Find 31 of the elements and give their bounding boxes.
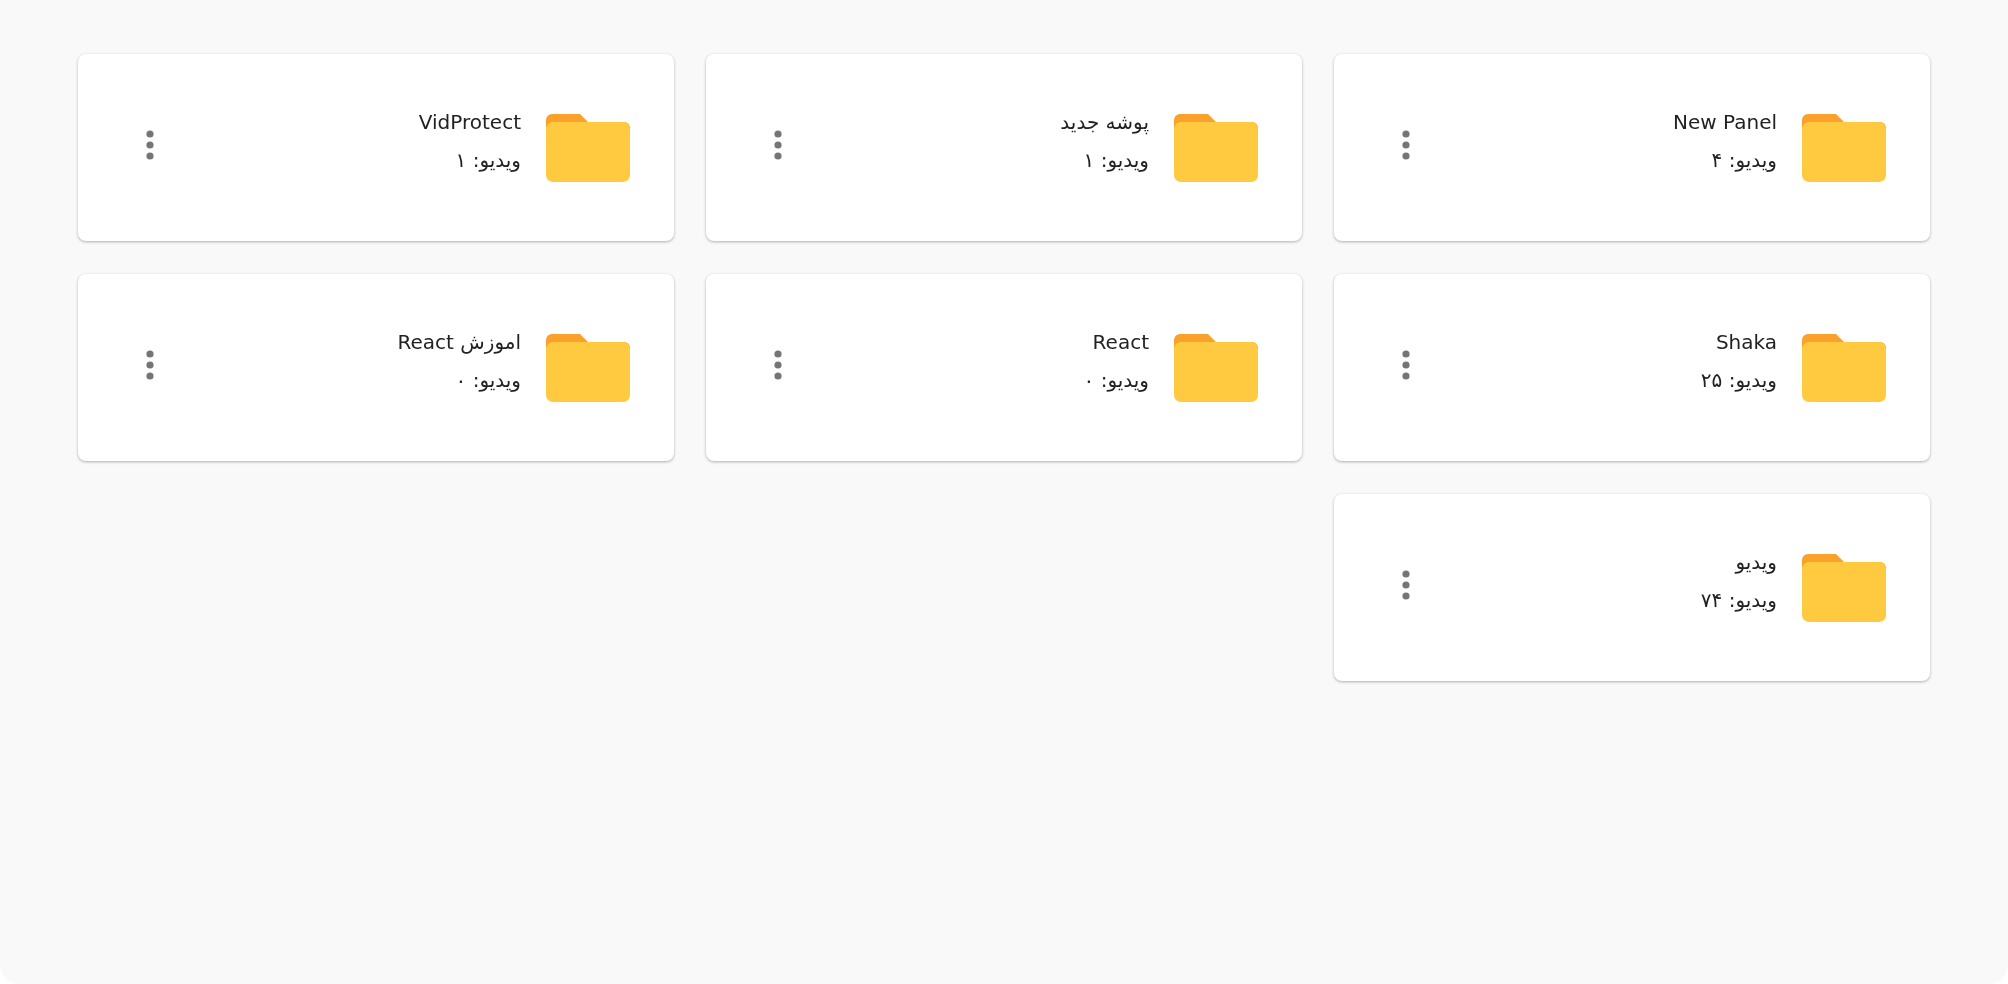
folder-name: New Panel — [1673, 108, 1777, 136]
folder-icon — [1802, 333, 1886, 402]
folder-name: VidProtect — [418, 108, 521, 136]
folder-icon — [1174, 333, 1258, 402]
video-count: ویدیو: ۷۴ — [1700, 586, 1777, 614]
more-icon — [146, 129, 154, 160]
folder-name: Shaka — [1714, 328, 1777, 356]
more-icon — [1402, 569, 1410, 600]
more-icon — [774, 129, 782, 160]
folder-name: ویدیو — [1733, 548, 1777, 576]
more-icon — [774, 349, 782, 380]
folder-card[interactable]: ویدیو ویدیو: ۷۴ — [1334, 494, 1930, 681]
folder-icon — [1174, 113, 1258, 182]
folder-icon — [1802, 113, 1886, 182]
video-count: ویدیو: ۰ — [1083, 366, 1149, 394]
video-count: ویدیو: ۱ — [1082, 146, 1149, 174]
more-icon — [1402, 349, 1410, 380]
folder-card[interactable]: اموزش React ویدیو: ۰ — [78, 274, 674, 461]
more-icon — [1402, 129, 1410, 160]
folder-icon — [1802, 553, 1886, 622]
folder-icon — [546, 113, 630, 182]
video-count: ویدیو: ۲۵ — [1700, 366, 1777, 394]
more-icon — [146, 349, 154, 380]
folder-icon — [546, 333, 630, 402]
video-count: ویدیو: ۴ — [1710, 146, 1777, 174]
folder-name: پوشه جدید — [1060, 108, 1149, 136]
video-count: ویدیو: ۰ — [454, 366, 521, 394]
folder-name: React — [1091, 328, 1149, 356]
folder-name: اموزش React — [397, 328, 521, 356]
video-count: ویدیو: ۱ — [454, 146, 521, 174]
folder-card[interactable]: پوشه جدید ویدیو: ۱ — [706, 54, 1302, 241]
